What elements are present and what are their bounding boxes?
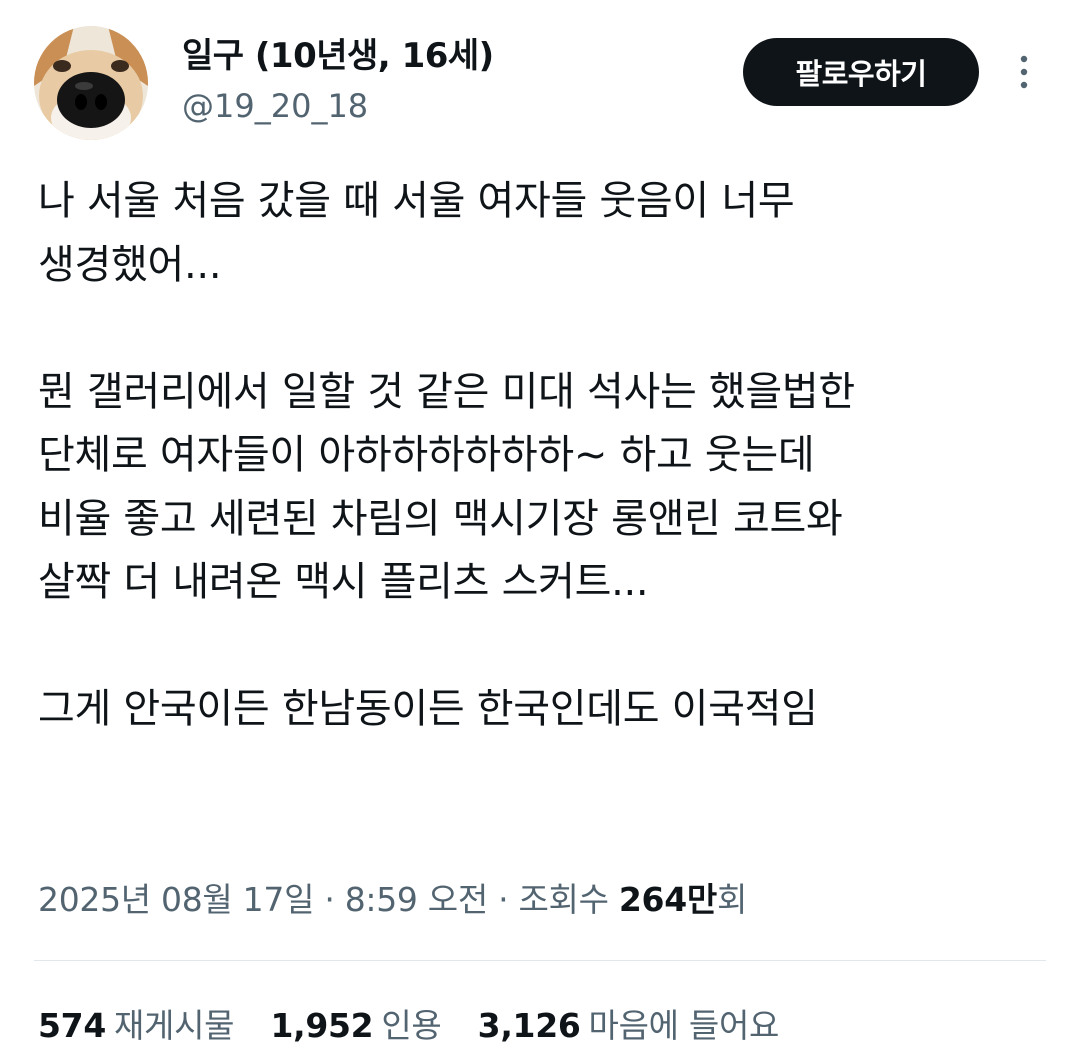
follow-button[interactable]: 팔로우하기 <box>743 38 979 106</box>
quotes-label: 인용 <box>381 1006 442 1045</box>
more-vertical-icon[interactable] <box>1004 52 1044 92</box>
views-label: 조회수 <box>518 880 609 919</box>
tweet-date[interactable]: 2025년 08월 17일 <box>38 880 314 919</box>
tweet-line: 단체로 여자들이 아하하하하하하~ 하고 웃는데 <box>38 432 815 478</box>
retweets-count: 574 <box>38 1006 106 1045</box>
tweet-time[interactable]: 8:59 오전 <box>345 880 489 919</box>
tweet-paragraph: 그게 안국이든 한남동이든 한국인데도 이국적임 <box>38 678 1048 742</box>
dog-avatar-icon[interactable] <box>34 26 148 140</box>
author-handle[interactable]: @19_20_18 <box>182 84 368 128</box>
quotes-count: 1,952 <box>270 1006 374 1045</box>
tweet-header: 일구 (10년생, 16세) @19_20_18 팔로우하기 <box>0 0 1080 150</box>
quotes-stat[interactable]: 1,952 인용 <box>270 998 441 1054</box>
tweet-text: 나 서울 처음 갔을 때 서울 여자들 웃음이 너무 생경했어... 뭔 갤러리… <box>38 170 1048 742</box>
views-suffix: 회 <box>716 880 747 919</box>
views-count[interactable]: 264만 <box>619 880 717 919</box>
tweet-paragraph: 나 서울 처음 갔을 때 서울 여자들 웃음이 너무 생경했어... <box>38 170 1048 297</box>
likes-stat[interactable]: 3,126 마음에 들어요 <box>477 998 780 1054</box>
tweet-paragraph: 뭔 갤러리에서 일할 것 같은 미대 석사는 했을법한 단체로 여자들이 아하하… <box>38 361 1048 615</box>
tweet-line: 살짝 더 내려온 맥시 플리츠 스커트... <box>38 559 649 605</box>
tweet-meta: 2025년 08월 17일 · 8:59 오전 · 조회수 264만회 <box>38 873 747 927</box>
retweets-stat[interactable]: 574 재게시물 <box>38 998 235 1054</box>
engagement-stats: 574 재게시물 1,952 인용 3,126 마음에 들어요 <box>38 998 805 1054</box>
tweet-line: 나 서울 처음 갔을 때 서울 여자들 웃음이 너무 <box>38 178 795 224</box>
tweet-line: 비율 좋고 세련된 차림의 맥시기장 롱앤린 코트와 <box>38 495 843 542</box>
likes-count: 3,126 <box>477 1006 581 1045</box>
likes-label: 마음에 들어요 <box>588 1006 780 1045</box>
tweet-line: 생경했어... <box>38 241 222 288</box>
meta-separator: · <box>314 880 345 919</box>
meta-separator: · <box>487 880 519 919</box>
retweets-label: 재게시물 <box>113 1006 235 1045</box>
divider <box>34 960 1046 961</box>
tweet-line: 뭔 갤러리에서 일할 것 같은 미대 석사는 했을법한 <box>38 368 855 415</box>
tweet-line: 그게 안국이든 한남동이든 한국인데도 이국적임 <box>38 686 818 732</box>
author-display-name[interactable]: 일구 (10년생, 16세) <box>182 34 494 78</box>
